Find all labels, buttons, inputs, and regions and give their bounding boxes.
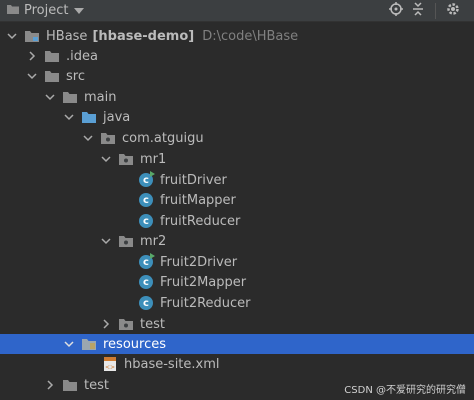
tree-node-class[interactable]: c fruitReducer (0, 211, 474, 231)
project-view-selector[interactable]: Project (6, 3, 85, 19)
tree-node-mr2[interactable]: mr2 (0, 231, 474, 251)
run-marker-icon (150, 253, 155, 259)
tree-node-root[interactable]: HBase [hbase-demo] D:\code\HBase (0, 26, 474, 46)
tree-label: Fruit2Reducer (160, 295, 251, 311)
partial-tree-row (58, 394, 118, 400)
tree-label: java (103, 109, 131, 125)
tree-node-main[interactable]: main (0, 87, 474, 107)
tree-label: Fruit2Mapper (160, 274, 247, 290)
tree-label: mr1 (140, 151, 167, 167)
tree-label: com.atguigu (122, 130, 204, 146)
class-icon: c (138, 192, 154, 208)
tree-label: resources (103, 336, 167, 352)
locate-icon (389, 2, 403, 20)
project-folder-icon (6, 3, 20, 19)
gear-icon (446, 2, 460, 20)
folder-icon (62, 89, 78, 105)
tree-node-test-package[interactable]: test (0, 314, 474, 334)
xml-file-icon: <> (102, 356, 118, 372)
project-toolbar: Project (0, 0, 474, 22)
root-name: HBase (46, 28, 88, 44)
watermark: CSDN @不爱研究的研究僧 (344, 385, 466, 396)
tree-node-class[interactable]: c fruitDriver (0, 170, 474, 190)
chevron-down-icon[interactable] (63, 111, 75, 123)
package-icon (100, 130, 116, 146)
chevron-down-icon[interactable] (63, 338, 75, 350)
settings-button[interactable] (442, 0, 464, 22)
tree-node-src[interactable]: src (0, 66, 474, 86)
tree-node-package[interactable]: com.atguigu (0, 128, 474, 148)
collapse-all-button[interactable] (407, 0, 429, 22)
class-icon: c (138, 213, 154, 229)
svg-text:<>: <> (105, 364, 115, 371)
tree-label: test (140, 316, 165, 332)
folder-icon (44, 68, 60, 84)
chevron-right-icon[interactable] (44, 379, 56, 391)
module-folder-icon (24, 28, 40, 44)
chevron-down-icon[interactable] (44, 91, 56, 103)
tree-label: fruitDriver (160, 172, 227, 188)
tree-node-class[interactable]: c Fruit2Mapper (0, 272, 474, 292)
chevron-right-icon[interactable] (100, 318, 112, 330)
tree-node-java[interactable]: java (0, 107, 474, 127)
chevron-down-icon[interactable] (26, 70, 38, 82)
tree-label: Fruit2Driver (160, 254, 238, 270)
tree-node-mr1[interactable]: mr1 (0, 149, 474, 169)
tree-node-class[interactable]: c Fruit2Reducer (0, 293, 474, 313)
run-marker-icon (150, 171, 155, 177)
tree-node-class[interactable]: c fruitMapper (0, 190, 474, 210)
tree-node-resources[interactable]: resources (0, 334, 474, 354)
chevron-down-icon[interactable] (82, 132, 94, 144)
chevron-right-icon[interactable] (26, 50, 38, 62)
project-view-label: Project (24, 3, 69, 18)
toolbar-divider (435, 3, 436, 19)
locate-button[interactable] (385, 0, 407, 22)
class-icon: c (138, 274, 154, 290)
collapse-all-icon (411, 2, 425, 20)
package-icon (118, 233, 134, 249)
tree-label: fruitReducer (160, 213, 241, 229)
class-icon: c (138, 171, 155, 188)
tree-node-class[interactable]: c Fruit2Driver (0, 252, 474, 272)
package-icon (118, 151, 134, 167)
tree-label: src (66, 68, 85, 84)
chevron-down-icon[interactable] (100, 153, 112, 165)
tree-node-idea[interactable]: .idea (0, 46, 474, 66)
tree-label: test (84, 377, 109, 393)
package-icon (118, 316, 134, 332)
tree-label: main (84, 89, 117, 105)
tree-label: hbase-site.xml (124, 356, 220, 372)
folder-icon (44, 48, 60, 64)
tree-node-xml-file[interactable]: <> hbase-site.xml (0, 354, 474, 374)
root-path: D:\code\HBase (202, 28, 299, 44)
source-folder-icon (81, 109, 97, 125)
resources-folder-icon (81, 336, 97, 352)
tree-label: .idea (66, 48, 98, 64)
class-icon: c (138, 295, 154, 311)
root-module: [hbase-demo] (92, 28, 195, 44)
tree-label: fruitMapper (160, 192, 236, 208)
chevron-down-icon[interactable] (100, 235, 112, 247)
class-icon: c (138, 253, 155, 270)
chevron-down-icon[interactable] (6, 30, 18, 42)
chevron-down-icon (74, 3, 85, 18)
tree-label: mr2 (140, 233, 167, 249)
folder-icon (62, 377, 78, 393)
